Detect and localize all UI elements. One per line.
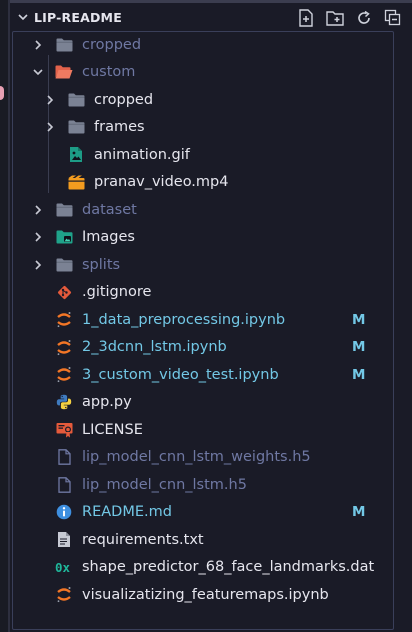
folder-item[interactable]: cropped xyxy=(8,86,412,114)
chevron-right-icon[interactable] xyxy=(44,94,56,106)
chevron-right-icon[interactable] xyxy=(32,204,44,216)
python-icon xyxy=(55,393,73,411)
folder-icon xyxy=(55,36,73,54)
file-item[interactable]: 0x shape_predictor_68_face_landmarks.dat xyxy=(8,554,412,582)
tree-item-label: .gitignore xyxy=(82,284,152,301)
activity-indicator xyxy=(0,86,4,100)
new-folder-icon[interactable] xyxy=(325,8,344,27)
explorer-title: LIP-README xyxy=(34,9,122,25)
folder-icon xyxy=(67,91,85,109)
jupyter-icon xyxy=(55,311,73,329)
new-file-icon[interactable] xyxy=(296,8,315,27)
tree-item-label: animation.gif xyxy=(94,146,190,163)
file-item[interactable]: lip_model_cnn_lstm.h5 xyxy=(8,471,412,499)
tree-item-label: splits xyxy=(82,256,121,273)
file-item[interactable]: 2_3dcnn_lstm.ipynb M xyxy=(8,334,412,362)
file-item[interactable]: LICENSE xyxy=(8,416,412,444)
tree-item-label: 3_custom_video_test.ipynb xyxy=(82,366,279,383)
tree-item-label: dataset xyxy=(82,201,137,218)
git-status-badge: M xyxy=(352,366,366,383)
file-item[interactable]: animation.gif xyxy=(8,141,412,169)
images-folder-icon xyxy=(55,228,73,246)
chevron-right-icon[interactable] xyxy=(32,231,44,243)
folder-item[interactable]: dataset xyxy=(8,196,412,224)
file-item[interactable]: 3_custom_video_test.ipynb M xyxy=(8,361,412,389)
refresh-icon[interactable] xyxy=(354,8,373,27)
tree-item-label: cropped xyxy=(82,36,142,53)
tree-item-label: 2_3dcnn_lstm.ipynb xyxy=(82,339,227,356)
file-icon xyxy=(55,448,73,466)
file-item[interactable]: 1_data_preprocessing.ipynb M xyxy=(8,306,412,334)
tree-item-label: requirements.txt xyxy=(82,531,204,548)
folder-open-icon xyxy=(55,63,73,81)
chevron-right-icon[interactable] xyxy=(44,121,56,133)
file-item[interactable]: app.py xyxy=(8,389,412,417)
jupyter-icon xyxy=(55,338,73,356)
tree-item-label: 1_data_preprocessing.ipynb xyxy=(82,311,286,328)
license-icon xyxy=(55,421,73,439)
file-item[interactable]: pranav_video.mp4 xyxy=(8,169,412,197)
info-icon xyxy=(55,503,73,521)
folder-icon xyxy=(55,256,73,274)
explorer-header[interactable]: LIP-README xyxy=(8,3,412,31)
chevron-down-icon[interactable] xyxy=(12,11,34,23)
text-file-icon xyxy=(55,531,73,549)
folder-item[interactable]: Images xyxy=(8,224,412,252)
file-tree: cropped custom cropped frames animation.gif p… xyxy=(8,31,412,609)
file-item[interactable]: README.md M xyxy=(8,499,412,527)
git-status-badge: M xyxy=(352,311,366,328)
collapse-all-icon[interactable] xyxy=(383,8,402,27)
video-file-icon xyxy=(67,173,85,191)
folder-item[interactable]: frames xyxy=(8,114,412,142)
image-file-icon xyxy=(67,146,85,164)
tree-item-label: pranav_video.mp4 xyxy=(94,174,229,191)
tree-item-label: Images xyxy=(82,229,135,246)
git-icon xyxy=(55,283,73,301)
tree-item-label: shape_predictor_68_face_landmarks.dat xyxy=(82,559,375,576)
tree-item-label: custom xyxy=(82,64,136,81)
tree-item-label: app.py xyxy=(82,394,132,411)
explorer-actions xyxy=(296,8,402,27)
file-icon xyxy=(55,476,73,494)
folder-item[interactable]: custom xyxy=(8,59,412,87)
tree-item-label: LICENSE xyxy=(82,421,143,438)
explorer-panel: LIP-README cropped custom cropped frames… xyxy=(8,0,412,632)
hex-file-icon: 0x xyxy=(55,558,73,576)
file-item[interactable]: lip_model_cnn_lstm_weights.h5 xyxy=(8,444,412,472)
tree-item-label: lip_model_cnn_lstm_weights.h5 xyxy=(82,449,311,466)
folder-icon xyxy=(55,201,73,219)
folder-item[interactable]: cropped xyxy=(8,31,412,59)
svg-text:0x: 0x xyxy=(55,560,71,574)
tree-item-label: frames xyxy=(94,119,145,136)
tree-item-label: cropped xyxy=(94,91,154,108)
chevron-right-icon[interactable] xyxy=(32,39,44,51)
file-item[interactable]: requirements.txt xyxy=(8,526,412,554)
folder-item[interactable]: splits xyxy=(8,251,412,279)
jupyter-icon xyxy=(55,366,73,384)
tree-item-label: lip_model_cnn_lstm.h5 xyxy=(82,476,247,493)
git-status-badge: M xyxy=(352,504,366,521)
git-status-badge: M xyxy=(352,339,366,356)
tree-item-label: README.md xyxy=(82,504,172,521)
file-item[interactable]: .gitignore xyxy=(8,279,412,307)
jupyter-icon xyxy=(55,586,73,604)
chevron-down-icon[interactable] xyxy=(32,66,44,78)
file-item[interactable]: visualizatizing_featuremaps.ipynb xyxy=(8,581,412,609)
tree-item-label: visualizatizing_featuremaps.ipynb xyxy=(82,586,329,603)
folder-icon xyxy=(67,118,85,136)
chevron-right-icon[interactable] xyxy=(32,259,44,271)
